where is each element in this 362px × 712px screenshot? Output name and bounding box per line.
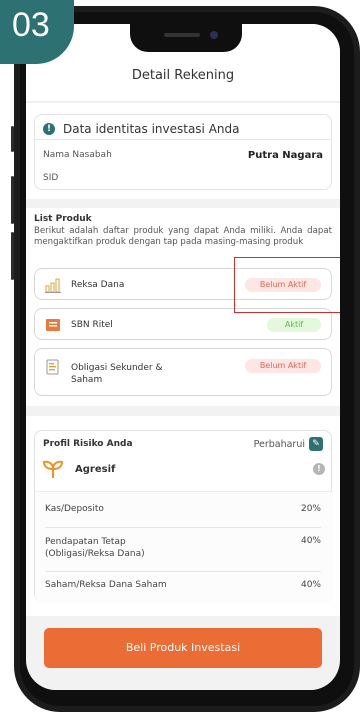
divider bbox=[35, 139, 331, 140]
bottom-area bbox=[26, 676, 340, 690]
risk-profile-row: Agresif ! bbox=[43, 455, 325, 485]
page-title: Detail Rekening bbox=[26, 58, 340, 102]
allocation-pct: 20% bbox=[300, 504, 321, 514]
product-list-description: Berikut adalah daftar produk yang dapat … bbox=[34, 226, 332, 247]
sid-label: SID bbox=[43, 173, 59, 183]
allocation-label: Saham/Reksa Dana Saham bbox=[45, 580, 167, 590]
product-list-title: List Produk bbox=[34, 214, 92, 224]
product-name: SBN Ritel bbox=[71, 320, 113, 330]
pencil-icon: ✎ bbox=[309, 437, 323, 451]
status-badge: Belum Aktif bbox=[245, 359, 321, 373]
sprout-icon bbox=[43, 460, 63, 478]
name-value: Putra Nagara bbox=[247, 150, 323, 161]
product-item-obligasi-saham[interactable]: Obligasi Sekunder & Saham Belum Aktif bbox=[34, 348, 332, 396]
risk-profile-card: Profil Risiko Anda Perbaharui ✎ Agresif … bbox=[34, 430, 333, 603]
update-label: Perbaharui bbox=[253, 438, 305, 450]
allocation-row: Saham/Reksa Dana Saham 40% bbox=[45, 580, 321, 598]
highlight-box bbox=[234, 257, 340, 313]
identity-card: ! Data identitas investasi Anda Nama Nas… bbox=[34, 114, 332, 190]
allocation-label: Pendapatan Tetap (Obligasi/Reksa Dana) bbox=[45, 537, 145, 559]
allocation-list: Kas/Deposito 20% Pendapatan Tetap (Oblig… bbox=[35, 491, 333, 603]
allocation-row: Kas/Deposito 20% bbox=[45, 504, 321, 528]
mute-switch bbox=[11, 126, 14, 152]
risk-profile-name: Agresif bbox=[75, 464, 116, 475]
allocation-label: Kas/Deposito bbox=[45, 504, 104, 514]
buy-product-button[interactable]: Beli Produk Investasi bbox=[44, 628, 322, 668]
bar-chart-icon bbox=[45, 278, 61, 293]
document-icon bbox=[46, 359, 59, 375]
name-label: Nama Nasabah bbox=[43, 150, 112, 160]
identity-section: ! Data identitas investasi Anda Nama Nas… bbox=[26, 103, 340, 199]
identity-title: Data identitas investasi Anda bbox=[63, 122, 240, 136]
product-name: Obligasi Sekunder & Saham bbox=[71, 363, 163, 385]
risk-title: Profil Risiko Anda bbox=[43, 439, 133, 449]
allocation-row: Pendapatan Tetap (Obligasi/Reksa Dana) 4… bbox=[45, 536, 321, 572]
app-screen: Detail Rekening ! Data identitas investa… bbox=[26, 24, 340, 690]
info-icon: ! bbox=[43, 123, 55, 135]
status-badge: Aktif bbox=[267, 318, 321, 332]
update-button[interactable]: Perbaharui ✎ bbox=[254, 437, 323, 451]
allocation-pct: 40% bbox=[300, 580, 321, 590]
camera bbox=[210, 31, 218, 39]
info-icon[interactable]: ! bbox=[313, 463, 325, 475]
allocation-pct: 40% bbox=[300, 536, 321, 546]
speaker bbox=[164, 33, 200, 37]
bond-icon bbox=[46, 319, 60, 331]
volume-down-button bbox=[11, 232, 14, 280]
product-name: Reksa Dana bbox=[71, 280, 125, 290]
volume-up-button bbox=[11, 176, 14, 224]
identity-header: ! Data identitas investasi Anda bbox=[43, 122, 240, 136]
notch bbox=[130, 24, 242, 52]
